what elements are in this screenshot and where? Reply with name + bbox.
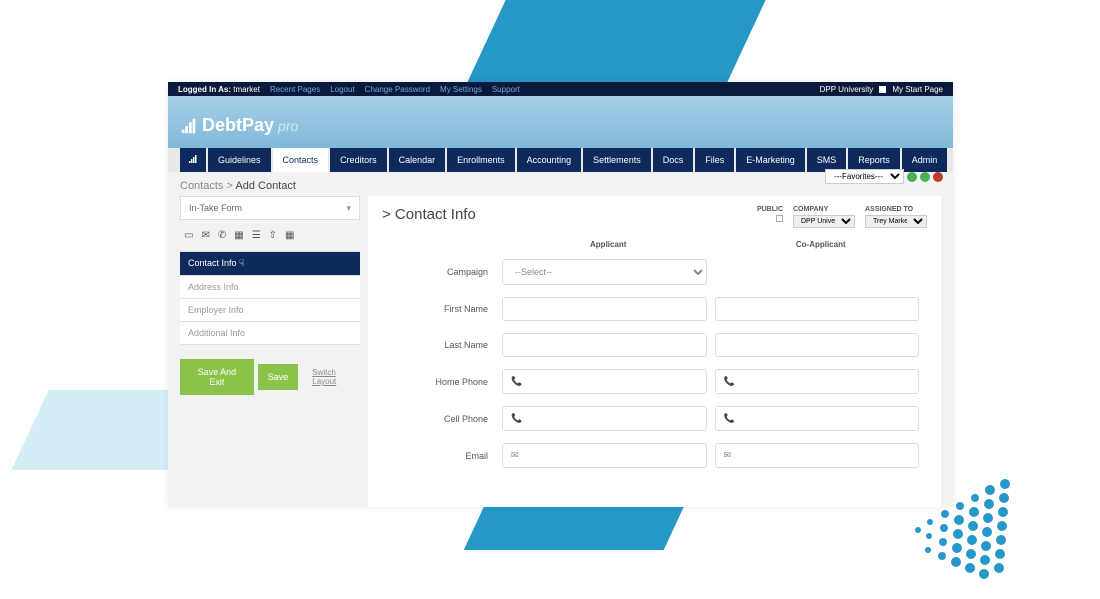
logged-in-user: tmarket	[233, 85, 260, 94]
logo: DebtPaypro	[180, 115, 298, 136]
topbar-logout[interactable]: Logout	[330, 85, 354, 94]
home-phone-applicant[interactable]	[530, 371, 705, 393]
topbar-change-password[interactable]: Change Password	[365, 85, 430, 94]
cell-phone-coapplicant[interactable]	[743, 408, 918, 430]
panel-title: > Contact Info	[382, 206, 476, 223]
sidebar-icon-row: ▭ ✉ ✆ ▦ ☰ ⇧ ▦	[180, 228, 360, 243]
grid-icon[interactable]: ▦	[285, 230, 294, 241]
header: DebtPaypro	[168, 96, 953, 148]
public-checkbox[interactable]	[776, 215, 783, 222]
envelope-icon: ✉	[716, 444, 740, 467]
phone-icon: 📞	[716, 370, 743, 393]
nav-enrollments[interactable]: Enrollments	[447, 148, 515, 172]
first-name-applicant[interactable]	[502, 297, 707, 321]
main-panel: > Contact Info PUBLIC COMPANY DPP Univer…	[368, 196, 941, 507]
email-coapplicant[interactable]	[739, 445, 918, 467]
nav-files[interactable]: Files	[695, 148, 734, 172]
topbar-my-settings[interactable]: My Settings	[440, 85, 482, 94]
label-email: Email	[382, 451, 502, 461]
nav-creditors[interactable]: Creditors	[330, 148, 387, 172]
nav-settlements[interactable]: Settlements	[583, 148, 651, 172]
section-list: Contact Info ☟ Address Info Employer Inf…	[180, 251, 360, 345]
fav-add-icon[interactable]	[907, 172, 917, 182]
pointer-icon: ☟	[239, 258, 244, 268]
nav-accounting[interactable]: Accounting	[517, 148, 582, 172]
topbar-support[interactable]: Support	[492, 85, 520, 94]
topbar: Logged In As: tmarket Recent Pages Logou…	[168, 82, 953, 96]
col-coapplicant: Co-Applicant	[715, 240, 928, 249]
sidebar: In-Take Form ▭ ✉ ✆ ▦ ☰ ⇧ ▦ Contact Info …	[180, 196, 360, 507]
envelope-icon: ✉	[503, 444, 527, 467]
nav-guidelines[interactable]: Guidelines	[208, 148, 271, 172]
section-employer-info[interactable]: Employer Info	[180, 298, 360, 321]
nav-docs[interactable]: Docs	[653, 148, 694, 172]
email-applicant[interactable]	[527, 445, 706, 467]
topbar-recent-pages[interactable]: Recent Pages	[270, 85, 320, 94]
favorites-select[interactable]: ---Favorites---	[825, 169, 904, 184]
save-and-exit-button[interactable]: Save And Exit	[180, 359, 254, 395]
logo-brand: DebtPay	[202, 115, 274, 136]
phone-icon: 📞	[503, 407, 530, 430]
intake-form-select[interactable]: In-Take Form	[180, 196, 360, 220]
content: In-Take Form ▭ ✉ ✆ ▦ ☰ ⇧ ▦ Contact Info …	[168, 196, 953, 507]
meta-assigned: ASSIGNED TO Trey Market	[865, 206, 927, 228]
favorites-bar: ---Favorites---	[825, 169, 943, 184]
upload-icon[interactable]: ⇧	[269, 230, 277, 241]
fav-check-icon[interactable]	[920, 172, 930, 182]
company-select[interactable]: DPP University	[793, 215, 855, 228]
breadcrumb-root[interactable]: Contacts	[180, 180, 223, 192]
label-last-name: Last Name	[382, 340, 502, 350]
col-applicant: Applicant	[502, 240, 715, 249]
topbar-startpage[interactable]: My Start Page	[892, 85, 943, 94]
card-icon[interactable]: ▭	[184, 230, 193, 241]
breadcrumb-current: Add Contact	[235, 180, 296, 192]
fav-remove-icon[interactable]	[933, 172, 943, 182]
first-name-coapplicant[interactable]	[715, 297, 920, 321]
logged-in-prefix: Logged In As:	[178, 85, 231, 94]
startpage-checkbox[interactable]	[879, 86, 886, 93]
phone-icon[interactable]: ✆	[218, 230, 226, 241]
last-name-applicant[interactable]	[502, 333, 707, 357]
assigned-to-select[interactable]: Trey Market	[865, 215, 927, 228]
breadcrumb-sep: >	[226, 180, 232, 192]
logo-suffix: pro	[278, 118, 298, 134]
envelope-icon[interactable]: ✉	[201, 230, 209, 241]
meta-company: COMPANY DPP University	[793, 206, 855, 228]
label-campaign: Campaign	[382, 267, 502, 277]
nav-emarketing[interactable]: E-Marketing	[736, 148, 805, 172]
column-headers: Applicant Co-Applicant	[382, 240, 927, 249]
section-additional-info[interactable]: Additional Info	[180, 321, 360, 345]
section-address-info[interactable]: Address Info	[180, 275, 360, 298]
meta-public: PUBLIC	[757, 206, 783, 228]
logo-icon	[180, 117, 198, 135]
label-cell-phone: Cell Phone	[382, 414, 502, 424]
last-name-coapplicant[interactable]	[715, 333, 920, 357]
home-phone-coapplicant[interactable]	[743, 371, 918, 393]
nav-contacts[interactable]: Contacts	[273, 148, 329, 172]
phone-icon: 📞	[503, 370, 530, 393]
nav-calendar[interactable]: Calendar	[389, 148, 446, 172]
calendar-icon[interactable]: ▦	[234, 230, 243, 241]
label-home-phone: Home Phone	[382, 377, 502, 387]
label-first-name: First Name	[382, 304, 502, 314]
phone-icon: 📞	[716, 407, 743, 430]
save-button[interactable]: Save	[258, 364, 299, 390]
cell-phone-applicant[interactable]	[530, 408, 705, 430]
section-contact-info[interactable]: Contact Info ☟	[180, 251, 360, 275]
list-icon[interactable]: ☰	[252, 230, 261, 241]
app-window: Logged In As: tmarket Recent Pages Logou…	[168, 82, 953, 507]
campaign-select[interactable]: --Select--	[502, 259, 707, 285]
nav-home-icon[interactable]	[180, 148, 206, 172]
topbar-university[interactable]: DPP University	[820, 85, 874, 94]
switch-layout-link[interactable]: Switch Layout	[312, 368, 360, 386]
